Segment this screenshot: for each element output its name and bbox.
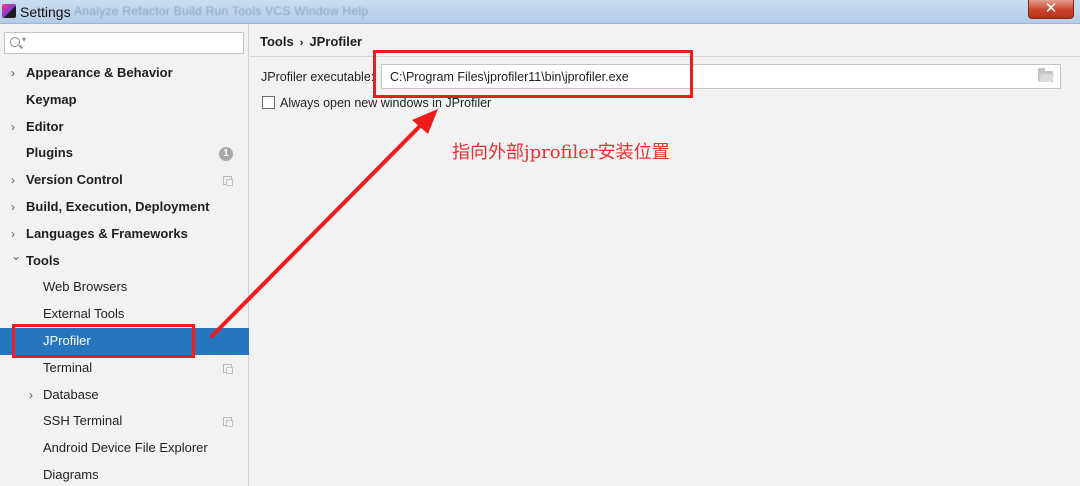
always-open-checkbox-row[interactable]: Always open new windows in JProfiler [262,96,491,110]
sidebar-item-label: Terminal [43,359,93,375]
chevron-right-icon[interactable]: › [11,167,15,194]
settings-tree: › Appearance & Behavior Keymap › Editor Plugi… [0,60,249,486]
always-open-checkbox-label[interactable]: Always open new windows in JProfiler [280,96,491,110]
breadcrumb: Tools › JProfiler [260,34,362,49]
settings-sidebar: ▾ › Appearance & Behavior Keymap › Editor Plu… [0,24,249,486]
sidebar-item-label: Version Control [26,172,123,188]
sidebar-item-android-device-file-explorer[interactable]: Android Device File Explorer [0,435,249,462]
close-icon: ✕ [1044,0,1058,17]
sidebar-item-tools[interactable]: ⌄ Tools [0,248,249,275]
annotation-box-jprofiler-item [12,324,195,358]
browse-folder-icon[interactable] [1038,68,1053,82]
always-open-checkbox[interactable] [262,96,275,109]
intellij-app-icon [2,4,16,18]
sidebar-item-label: Build, Execution, Deployment [26,198,210,214]
sidebar-item-diagrams[interactable]: Diagrams [0,462,249,486]
sidebar-item-label: Languages & Frameworks [26,225,188,241]
project-level-icon [223,363,233,374]
sidebar-item-ssh-terminal[interactable]: SSH Terminal [0,408,249,435]
chevron-right-icon[interactable]: › [11,194,15,221]
sidebar-item-plugins[interactable]: Plugins 1 [0,140,249,167]
executable-label: JProfiler executable: [261,70,375,84]
sidebar-item-label: Diagrams [43,466,99,482]
breadcrumb-separator: › [299,37,304,49]
sidebar-item-languages-frameworks[interactable]: › Languages & Frameworks [0,221,249,248]
sidebar-item-editor[interactable]: › Editor [0,114,249,141]
chevron-right-icon[interactable]: › [29,382,33,409]
sidebar-item-label: Database [43,386,99,402]
sidebar-item-label: SSH Terminal [43,413,123,429]
chevron-right-icon[interactable]: › [11,114,15,141]
search-icon [10,37,20,47]
search-options-caret-icon[interactable]: ▾ [22,35,26,44]
annotation-box-executable [373,50,693,98]
settings-search-input[interactable] [31,34,239,52]
sidebar-item-version-control[interactable]: › Version Control [0,167,249,194]
sidebar-item-keymap[interactable]: Keymap [0,87,249,114]
project-level-icon [223,417,233,428]
sidebar-item-label: Editor [26,118,64,134]
sidebar-item-terminal[interactable]: Terminal [0,355,249,382]
settings-search-box[interactable]: ▾ [4,32,244,54]
sidebar-item-label: Plugins [26,145,73,161]
window-title: Settings [20,4,71,20]
project-level-icon [223,176,233,187]
sidebar-item-database[interactable]: › Database [0,382,249,409]
sidebar-item-label: Appearance & Behavior [26,65,173,80]
title-bar: Settings Analyze Refactor Build Run Tool… [0,0,1080,24]
breadcrumb-current: JProfiler [309,34,363,49]
background-menu-bar: Analyze Refactor Build Run Tools VCS Win… [74,4,369,18]
sidebar-item-build-execution-deployment[interactable]: › Build, Execution, Deployment [0,194,249,221]
annotation-label: 指向外部jprofiler安装位置 [452,142,670,163]
sidebar-item-label: Keymap [26,91,77,107]
chevron-down-icon[interactable]: ⌄ [11,243,21,270]
breadcrumb-parent: Tools [260,34,294,49]
update-count-badge: 1 [219,147,233,162]
settings-window: Settings Analyze Refactor Build Run Tool… [0,0,1080,486]
chevron-right-icon[interactable]: › [11,60,15,87]
sidebar-item-label: Tools [26,252,60,268]
sidebar-item-web-browsers[interactable]: Web Browsers [0,274,249,301]
sidebar-item-label: Android Device File Explorer [43,440,208,456]
sidebar-item-label: Web Browsers [43,279,128,295]
close-button[interactable]: ✕ [1028,0,1074,19]
sidebar-item-appearance-behavior[interactable]: › Appearance & Behavior [0,60,249,87]
